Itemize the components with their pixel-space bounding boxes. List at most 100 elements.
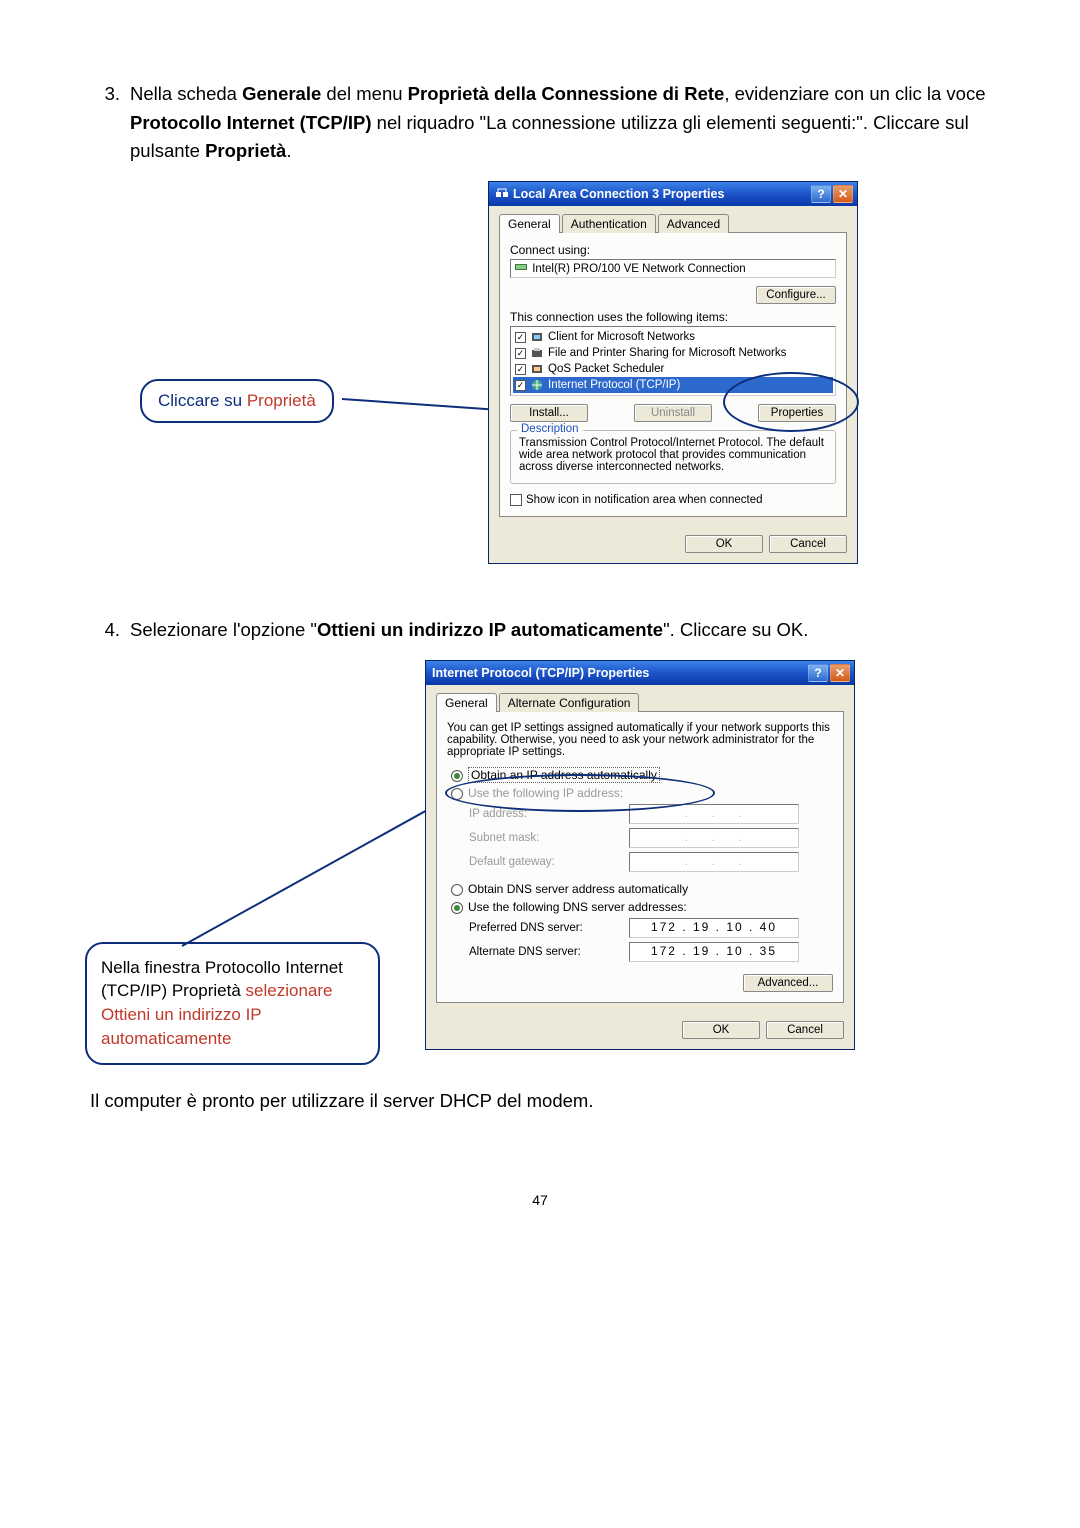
configure-button[interactable]: Configure... <box>756 286 836 304</box>
connect-using-label: Connect using: <box>510 243 836 257</box>
t: Protocollo Internet (TCP/IP) <box>130 112 372 133</box>
uninstall-button[interactable]: Uninstall <box>634 404 712 422</box>
t: , evidenziare con un clic la voce <box>724 83 985 104</box>
obtain-ip-radio-row[interactable]: Obtain an IP address automatically <box>451 768 833 782</box>
use-dns-radio-row[interactable]: Use the following DNS server addresses: <box>451 900 833 914</box>
radio-icon[interactable] <box>451 884 463 896</box>
figure-1: Cliccare su Proprietà Local Area Connect… <box>90 181 990 571</box>
step-3-number: 3. <box>90 80 130 166</box>
ok-button[interactable]: OK <box>685 535 763 553</box>
page-number: 47 <box>90 1192 990 1208</box>
radio-selected-icon[interactable] <box>451 902 463 914</box>
qos-icon <box>530 362 544 376</box>
show-icon-checkbox[interactable] <box>510 494 522 506</box>
client-icon <box>530 330 544 344</box>
item-label: File and Printer Sharing for Microsoft N… <box>548 347 786 359</box>
t: Selezionare l'opzione " <box>130 619 317 640</box>
advanced-button[interactable]: Advanced... <box>743 974 833 992</box>
install-button[interactable]: Install... <box>510 404 588 422</box>
cancel-button[interactable]: Cancel <box>769 535 847 553</box>
list-item-tcpip-selected[interactable]: ✓ Internet Protocol (TCP/IP) <box>513 377 833 393</box>
cancel-button[interactable]: Cancel <box>766 1021 844 1039</box>
callout2-line2b: selezionare <box>246 981 333 1000</box>
final-text: Il computer è pronto per utilizzare il s… <box>90 1090 990 1112</box>
item-label: Internet Protocol (TCP/IP) <box>548 379 680 391</box>
list-item[interactable]: ✓ Client for Microsoft Networks <box>513 329 833 345</box>
use-dns-label: Use the following DNS server addresses: <box>468 900 687 914</box>
close-button[interactable]: ✕ <box>830 664 850 682</box>
callout2-line4: automaticamente <box>101 1027 364 1051</box>
pref-dns-label: Preferred DNS server: <box>469 922 629 934</box>
tab-authentication[interactable]: Authentication <box>562 214 656 233</box>
step-4: 4. Selezionare l'opzione "Ottieni un ind… <box>90 616 990 645</box>
callout-1-red: Proprietà <box>247 391 316 410</box>
t: . <box>286 140 291 161</box>
help-button[interactable]: ? <box>811 185 831 203</box>
gateway-label: Default gateway: <box>469 856 629 868</box>
list-item[interactable]: ✓ File and Printer Sharing for Microsoft… <box>513 345 833 361</box>
tab-alternate[interactable]: Alternate Configuration <box>499 693 640 712</box>
radio-icon[interactable] <box>451 788 463 800</box>
checkbox-icon[interactable]: ✓ <box>515 364 526 375</box>
step-4-body: Selezionare l'opzione "Ottieni un indiri… <box>130 616 990 645</box>
callout-proprieta: Cliccare su Proprietà <box>140 379 334 423</box>
dialog-tcpip-properties: Internet Protocol (TCP/IP) Properties ? … <box>425 660 855 1050</box>
t: del menu <box>321 83 407 104</box>
show-icon-row[interactable]: Show icon in notification area when conn… <box>510 494 836 506</box>
callout-line-2 <box>182 787 467 946</box>
dialog-lan-properties: Local Area Connection 3 Properties ? ✕ G… <box>488 181 858 564</box>
checkbox-icon[interactable]: ✓ <box>515 348 526 359</box>
use-ip-radio-row[interactable]: Use the following IP address: <box>451 786 833 800</box>
use-ip-label: Use the following IP address: <box>468 786 623 800</box>
gateway-field: . . . <box>629 852 799 872</box>
titlebar[interactable]: Internet Protocol (TCP/IP) Properties ? … <box>426 661 854 685</box>
tcpip-icon <box>530 378 544 392</box>
items-list[interactable]: ✓ Client for Microsoft Networks ✓ File a… <box>510 326 836 396</box>
checkbox-icon[interactable]: ✓ <box>515 332 526 343</box>
dialog2-title: Internet Protocol (TCP/IP) Properties <box>432 666 806 680</box>
network-icon <box>495 186 509 203</box>
show-icon-label: Show icon in notification area when conn… <box>526 494 763 506</box>
adapter-name: Intel(R) PRO/100 VE Network Connection <box>532 263 745 275</box>
subnet-label: Subnet mask: <box>469 832 629 844</box>
t: Ottieni un indirizzo IP automaticamente <box>317 619 663 640</box>
close-button[interactable]: ✕ <box>833 185 853 203</box>
tab-general[interactable]: General <box>499 214 560 233</box>
step-3-body: Nella scheda Generale del menu Proprietà… <box>130 80 990 166</box>
checkbox-icon[interactable]: ✓ <box>515 380 526 391</box>
tab-advanced[interactable]: Advanced <box>658 214 729 233</box>
subnet-field: . . . <box>629 828 799 848</box>
list-item[interactable]: ✓ QoS Packet Scheduler <box>513 361 833 377</box>
titlebar[interactable]: Local Area Connection 3 Properties ? ✕ <box>489 182 857 206</box>
description-text: Transmission Control Protocol/Internet P… <box>519 437 827 473</box>
properties-button[interactable]: Properties <box>758 404 836 422</box>
step-4-number: 4. <box>90 616 130 645</box>
dialog1-title: Local Area Connection 3 Properties <box>513 187 809 201</box>
callout2-line2a: (TCP/IP) Proprietà <box>101 981 246 1000</box>
callout-obtain-ip: Nella finestra Protocollo Internet (TCP/… <box>85 942 380 1065</box>
figure-2: Nella finestra Protocollo Internet (TCP/… <box>90 660 990 1080</box>
item-label: QoS Packet Scheduler <box>548 363 664 375</box>
ok-button[interactable]: OK <box>682 1021 760 1039</box>
step-3: 3. Nella scheda Generale del menu Propri… <box>90 80 990 166</box>
obtain-ip-label: Obtain an IP address automatically <box>468 767 660 783</box>
obtain-dns-label: Obtain DNS server address automatically <box>468 882 688 896</box>
t: ". Cliccare su OK. <box>663 619 808 640</box>
alt-dns-field[interactable]: 172 . 19 . 10 . 35 <box>629 942 799 962</box>
uses-items-label: This connection uses the following items… <box>510 310 836 324</box>
printer-icon <box>530 346 544 360</box>
callout2-line3: Ottieni un indirizzo IP <box>101 1003 364 1027</box>
obtain-dns-radio-row[interactable]: Obtain DNS server address automatically <box>451 882 833 896</box>
radio-selected-icon[interactable] <box>451 770 463 782</box>
callout2-line1: Nella finestra Protocollo Internet <box>101 956 364 980</box>
nic-icon <box>515 263 532 275</box>
tab-general[interactable]: General <box>436 693 497 712</box>
t: Proprietà <box>205 140 286 161</box>
help-button[interactable]: ? <box>808 664 828 682</box>
description-group-title: Description <box>517 423 583 435</box>
callout-1-prefix: Cliccare su <box>158 391 247 410</box>
t: Generale <box>242 83 321 104</box>
pref-dns-field[interactable]: 172 . 19 . 10 . 40 <box>629 918 799 938</box>
t: Nella scheda <box>130 83 242 104</box>
alt-dns-label: Alternate DNS server: <box>469 946 629 958</box>
